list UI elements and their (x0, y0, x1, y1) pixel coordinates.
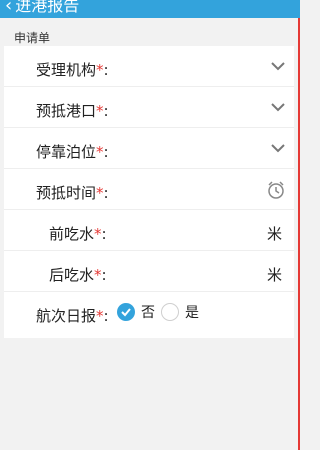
app-header: ‹ 进港报告 (0, 0, 300, 18)
check-icon (121, 308, 131, 317)
voyage-daily-report-row: 航次日报*: 否 是 (4, 292, 294, 333)
chevron-down-icon[interactable] (270, 99, 286, 115)
field-label: 受理机构*: (36, 61, 109, 79)
radio-no-label: 否 (141, 305, 155, 321)
section-label: 申请单 (14, 31, 51, 45)
berth-select[interactable]: 停靠泊位*: (4, 128, 294, 169)
field-label: 预抵港口*: (36, 102, 109, 120)
edge-divider (298, 18, 300, 450)
field-label: 后吃水*: (49, 266, 107, 284)
chevron-down-icon[interactable] (270, 58, 286, 74)
field-label: 停靠泊位*: (36, 143, 109, 161)
radio-group: 否 是 (117, 302, 205, 322)
field-label: 航次日报*: (36, 307, 109, 325)
back-button[interactable]: ‹ (5, 0, 12, 15)
alarm-clock-icon[interactable] (266, 180, 286, 200)
radio-no[interactable] (117, 303, 135, 321)
arrival-time-picker[interactable]: 预抵时间*: (4, 169, 294, 210)
field-label: 前吃水*: (49, 225, 107, 243)
radio-yes[interactable] (161, 303, 179, 321)
unit-label: 米 (266, 225, 282, 243)
receiving-agency-select[interactable]: 受理机构*: (4, 46, 294, 87)
unit-label: 米 (266, 266, 282, 284)
chevron-down-icon[interactable] (270, 140, 286, 156)
radio-yes-label: 是 (185, 305, 199, 321)
rear-draft-input[interactable]: 后吃水*: 米 (4, 251, 294, 292)
front-draft-input[interactable]: 前吃水*: 米 (4, 210, 294, 251)
field-label: 预抵时间*: (36, 184, 109, 202)
form-panel: 受理机构*: 预抵港口*: 停靠泊位*: 预抵时间*: 前吃水*: 米 后吃水*… (4, 46, 294, 338)
page-title: 进港报告 (15, 0, 80, 15)
arrival-port-select[interactable]: 预抵港口*: (4, 87, 294, 128)
